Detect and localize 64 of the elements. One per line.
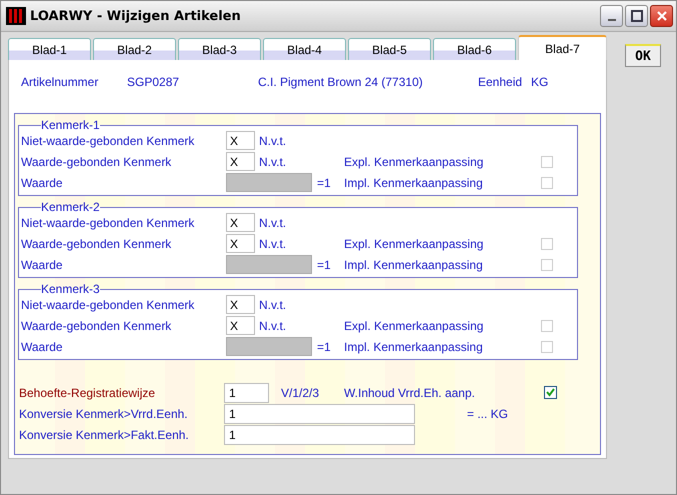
group-title: Kenmerk-2 — [41, 202, 100, 212]
input-field[interactable]: X — [226, 295, 255, 314]
close-icon — [656, 10, 668, 22]
checkbox-label: W.Inhoud Vrrd.Eh. aanp. — [344, 386, 476, 400]
field-note: = ... KG — [467, 406, 508, 420]
field-label: Artikelnummer — [21, 75, 100, 91]
maximize-icon — [630, 10, 642, 22]
unit-value: KG — [531, 75, 548, 91]
checkbox[interactable] — [544, 386, 557, 399]
field-label: Niet-waarde-gebonden Kenmerk — [21, 298, 196, 312]
field-note: =1 — [317, 340, 331, 354]
tab[interactable]: Blad-2 — [93, 38, 176, 60]
field-note: N.v.t. — [259, 154, 286, 168]
field-label: Waarde — [21, 258, 64, 272]
field-note: N.v.t. — [259, 298, 286, 312]
field-hint: V/1/2/3 — [281, 386, 320, 400]
field-note: N.v.t. — [259, 134, 286, 148]
field-label: Waarde — [21, 176, 64, 190]
input-field[interactable]: 1 — [224, 382, 269, 402]
field-label: Eenheid — [478, 75, 524, 91]
checkbox-label: Expl. Kenmerkaanpassing — [344, 236, 484, 250]
field-label: Waarde-gebonden Kenmerk — [21, 154, 172, 168]
input-field[interactable]: X — [226, 213, 255, 232]
checkbox-label: Impl. Kenmerkaanpassing — [344, 176, 484, 190]
field-label: Waarde-gebonden Kenmerk — [21, 318, 172, 332]
field-note: N.v.t. — [259, 216, 286, 230]
maximize-button[interactable] — [625, 5, 648, 27]
field-label: Konversie Kenmerk>Vrrd.Eenh. — [19, 406, 189, 420]
article-description: C.I. Pigment Brown 24 (77310) — [258, 75, 424, 91]
checkbox-label: Expl. Kenmerkaanpassing — [344, 318, 484, 332]
field-label: Konversie Kenmerk>Fakt.Eenh. — [19, 428, 190, 442]
field-note: =1 — [317, 176, 331, 190]
field-label: Waarde-gebonden Kenmerk — [21, 236, 172, 250]
group-title: Kenmerk-3 — [41, 284, 100, 294]
field-label: Niet-waarde-gebonden Kenmerk — [21, 216, 196, 230]
ok-button[interactable]: OK — [625, 44, 661, 67]
checkbox-label: Impl. Kenmerkaanpassing — [344, 340, 484, 354]
input-field[interactable]: X — [226, 152, 255, 171]
window-title: LOARWY - Wijzigen Artikelen — [30, 8, 242, 24]
input-field[interactable]: X — [226, 316, 255, 335]
tab[interactable]: Blad-4 — [263, 38, 346, 60]
tab[interactable]: Blad-1 — [8, 38, 91, 60]
close-button[interactable] — [650, 5, 673, 27]
tab[interactable]: Blad-7 — [518, 35, 607, 60]
tab[interactable]: Blad-3 — [178, 38, 261, 60]
checkbox-label: Impl. Kenmerkaanpassing — [344, 258, 484, 272]
field-label: Behoefte-Registratiewijze — [19, 386, 156, 400]
tab[interactable]: Blad-5 — [348, 38, 431, 60]
article-code: SGP0287 — [127, 75, 180, 91]
input-field[interactable]: 1 — [224, 404, 415, 424]
minimize-icon — [608, 19, 616, 21]
input-field[interactable]: X — [226, 234, 255, 253]
field-label: Niet-waarde-gebonden Kenmerk — [21, 134, 196, 148]
input-field[interactable]: 1 — [224, 424, 415, 444]
group-title: Kenmerk-1 — [41, 120, 100, 130]
app-icon — [6, 7, 26, 25]
field-note: =1 — [317, 258, 331, 272]
input-field[interactable]: X — [226, 131, 255, 150]
field-note: N.v.t. — [259, 318, 286, 332]
tab[interactable]: Blad-6 — [433, 38, 516, 60]
minimize-button[interactable] — [600, 5, 623, 27]
checkbox-label: Expl. Kenmerkaanpassing — [344, 154, 484, 168]
field-note: N.v.t. — [259, 236, 286, 250]
field-label: Waarde — [21, 340, 64, 354]
